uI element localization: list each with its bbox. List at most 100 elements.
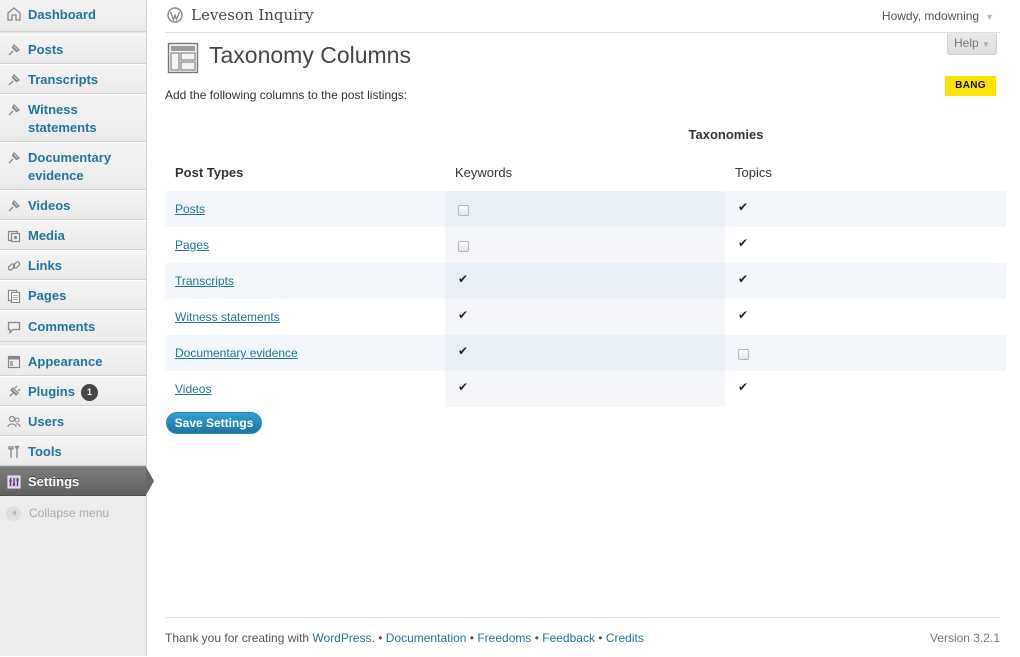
sidebar-item-plugins[interactable]: Plugins 1 — [0, 376, 146, 406]
table-row: Documentary evidence — [165, 335, 1006, 371]
column-header-topics: Topics — [735, 165, 772, 180]
freedoms-link[interactable]: Freedoms — [477, 631, 531, 645]
user-greeting-menu[interactable]: Howdy, mdowning ▼ — [882, 9, 994, 23]
wordpress-logo-icon — [167, 7, 183, 26]
post-type-link[interactable]: Transcripts — [175, 274, 234, 288]
site-title[interactable]: Leveson Inquiry — [191, 6, 314, 24]
post-type-link[interactable]: Videos — [175, 382, 211, 396]
admin-sidebar: Dashboard Posts Transcripts Witness stat… — [0, 0, 154, 656]
tools-icon — [6, 444, 22, 460]
sidebar-item-label: Plugins 1 — [28, 383, 140, 401]
sidebar-item-label-text: Plugins — [28, 384, 75, 399]
keywords-checkbox[interactable] — [458, 344, 469, 360]
table-row: Transcripts — [165, 263, 1006, 299]
wordpress-link[interactable]: WordPress. — [312, 631, 374, 645]
sidebar-item-users[interactable]: Users — [0, 406, 146, 436]
dashboard-icon — [6, 6, 22, 22]
plugins-icon — [6, 384, 22, 400]
keywords-cell — [445, 299, 725, 335]
sidebar-item-posts[interactable]: Posts — [0, 34, 146, 64]
post-type-link[interactable]: Pages — [175, 238, 209, 252]
topics-cell — [725, 263, 1006, 299]
post-type-link[interactable]: Posts — [175, 202, 205, 216]
sidebar-item-tools[interactable]: Tools — [0, 436, 146, 466]
keywords-checkbox[interactable] — [458, 272, 469, 288]
update-count-badge: 1 — [80, 384, 98, 401]
help-label: Help — [954, 36, 979, 50]
sidebar-item-dashboard[interactable]: Dashboard — [0, 0, 146, 32]
footer-credits: Thank you for creating with WordPress. •… — [165, 631, 644, 645]
topics-checkbox[interactable] — [738, 348, 749, 360]
credits-link[interactable]: Credits — [606, 631, 644, 645]
topics-checkbox[interactable] — [738, 380, 749, 396]
table-row: Posts — [165, 191, 1006, 227]
sidebar-item-label: Documentary evidence — [28, 150, 112, 183]
bang-badge[interactable]: BANG — [945, 76, 996, 96]
keywords-cell — [445, 335, 725, 371]
topics-checkbox[interactable] — [738, 236, 749, 252]
comments-icon — [6, 319, 22, 335]
keywords-cell — [445, 263, 725, 299]
post-type-link[interactable]: Documentary evidence — [175, 346, 298, 360]
keywords-checkbox[interactable] — [458, 240, 469, 252]
table-row: Witness statements — [165, 299, 1006, 335]
user-greeting: Howdy, mdowning — [881, 9, 980, 23]
topics-cell — [725, 371, 1006, 407]
pages-icon — [6, 288, 22, 304]
sidebar-item-label: Tools — [28, 444, 62, 459]
collapse-menu-label: Collapse menu — [29, 506, 110, 520]
sidebar-item-settings[interactable]: Settings — [0, 466, 146, 496]
keywords-cell — [445, 371, 725, 407]
table-row: Videos — [165, 371, 1006, 407]
topics-checkbox[interactable] — [738, 272, 749, 288]
post-type-cell: Posts — [165, 191, 445, 227]
column-header-post-types: Post Types — [175, 165, 244, 180]
topics-cell — [725, 191, 1006, 227]
keywords-checkbox[interactable] — [458, 380, 469, 396]
admin-header: Leveson Inquiry Howdy, mdowning ▼ — [165, 0, 1000, 33]
keywords-checkbox[interactable] — [458, 204, 469, 216]
footer-separator: • — [594, 631, 606, 645]
save-settings-button[interactable]: Save Settings — [166, 412, 262, 434]
sidebar-item-comments[interactable]: Comments — [0, 310, 146, 342]
collapse-arrow-icon — [6, 505, 21, 521]
documentation-link[interactable]: Documentation — [386, 631, 467, 645]
sidebar-item-witness-statements[interactable]: Witness statements — [0, 94, 146, 142]
sidebar-item-label: Appearance — [28, 354, 103, 369]
sidebar-item-links[interactable]: Links — [0, 250, 146, 280]
sidebar-item-label: Pages — [28, 288, 67, 303]
topics-checkbox[interactable] — [738, 308, 749, 324]
sidebar-item-transcripts[interactable]: Transcripts — [0, 64, 146, 94]
feedback-link[interactable]: Feedback — [542, 631, 595, 645]
settings-page-icon — [167, 42, 199, 77]
sidebar-item-label: Posts — [28, 42, 64, 57]
sidebar-item-label: Comments — [28, 319, 96, 334]
topics-cell — [725, 299, 1006, 335]
post-type-link[interactable]: Witness statements — [175, 310, 280, 324]
footer-separator: • — [531, 631, 543, 645]
links-icon — [6, 258, 22, 274]
pin-icon — [6, 102, 22, 118]
sidebar-item-label: Users — [28, 414, 65, 429]
pin-icon — [6, 150, 22, 166]
post-type-cell: Transcripts — [165, 263, 445, 299]
topics-checkbox[interactable] — [738, 200, 749, 216]
sidebar-item-documentary-evidence[interactable]: Documentary evidence — [0, 142, 146, 190]
taxonomies-heading: Taxonomies — [688, 127, 764, 142]
help-tab-button[interactable]: Help ▼ — [947, 33, 997, 55]
post-type-cell: Videos — [165, 371, 445, 407]
sidebar-item-appearance[interactable]: Appearance — [0, 346, 146, 376]
appearance-icon — [6, 354, 22, 370]
column-header-keywords: Keywords — [455, 165, 513, 180]
admin-footer: Thank you for creating with WordPress. •… — [165, 617, 1000, 657]
chevron-down-icon: ▼ — [982, 40, 990, 49]
media-icon — [6, 228, 22, 244]
version-text: Version 3.2.1 — [929, 631, 1000, 645]
taxonomy-columns-table: Post Types Keywords Topics Posts Pages Tra… — [165, 154, 1006, 407]
sidebar-item-pages[interactable]: Pages — [0, 280, 146, 310]
sidebar-item-videos[interactable]: Videos — [0, 190, 146, 220]
collapse-menu-button[interactable]: Collapse menu — [6, 504, 109, 522]
sidebar-item-label: Witness statements — [28, 102, 97, 135]
sidebar-item-media[interactable]: Media — [0, 220, 146, 250]
keywords-checkbox[interactable] — [458, 308, 469, 324]
